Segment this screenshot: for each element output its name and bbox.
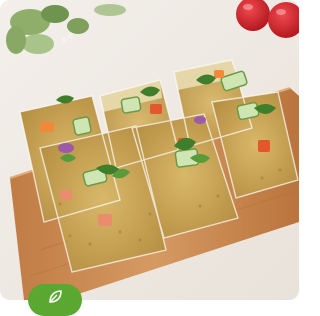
vegetarian-badge[interactable]: [28, 284, 82, 316]
food-photo: [0, 0, 299, 300]
leaf-icon: [46, 288, 64, 306]
